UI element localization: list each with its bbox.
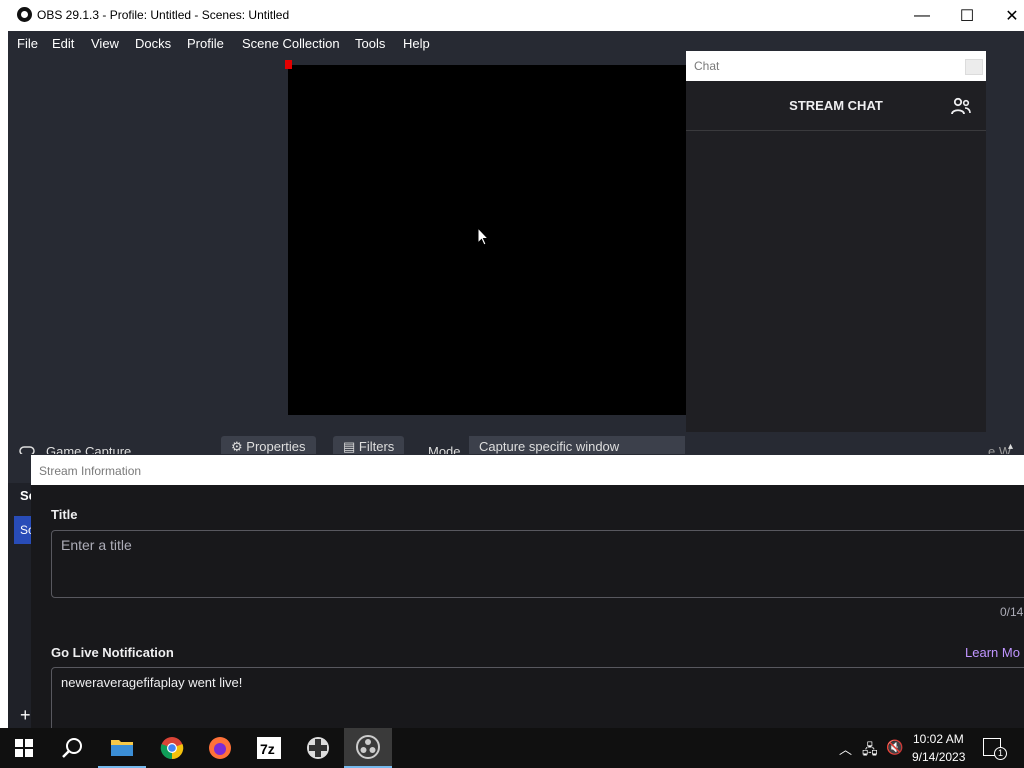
taskbar-chrome[interactable]: [148, 728, 196, 768]
taskbar-firefox[interactable]: [196, 728, 244, 768]
source-transform-handle[interactable]: [285, 60, 292, 69]
firefox-icon: [209, 737, 231, 759]
taskbar-app[interactable]: [294, 728, 342, 768]
title-field-label: Title: [51, 507, 78, 522]
volume-muted-icon[interactable]: 🔇: [886, 739, 903, 756]
taskbar-7zip[interactable]: 7z: [245, 728, 293, 768]
notification-text: neweraveragefifaplay went live!: [61, 675, 243, 690]
go-live-notification-label: Go Live Notification: [51, 645, 174, 660]
obs-icon: [356, 735, 380, 759]
chevron-up-icon[interactable]: ▴: [1008, 441, 1013, 452]
file-explorer-icon: [111, 740, 133, 756]
filter-icon: ▤: [343, 439, 359, 454]
scenes-panel: Sc Sc +: [8, 483, 36, 728]
properties-label: Properties: [246, 439, 306, 454]
gamepad-icon: [19, 446, 35, 454]
clock-date[interactable]: 9/14/2023: [912, 750, 965, 764]
stream-chat-heading: STREAM CHAT: [789, 98, 883, 113]
gear-icon: ⚙: [231, 439, 247, 454]
taskbar-obs[interactable]: [344, 728, 392, 768]
stream-information-titlebar[interactable]: Stream Information: [31, 455, 1024, 485]
learn-more-link[interactable]: Learn Mo: [965, 645, 1020, 660]
taskbar-file-explorer[interactable]: [98, 728, 146, 768]
add-scene-button[interactable]: +: [20, 705, 31, 726]
chat-dock-title: Chat: [694, 59, 720, 73]
search-icon: [62, 738, 82, 758]
notification-count-badge: 1: [994, 747, 1007, 760]
network-icon[interactable]: 🖧: [862, 739, 878, 763]
properties-button[interactable]: ⚙ Properties: [221, 436, 316, 454]
mode-select[interactable]: Capture specific window: [469, 436, 685, 454]
action-center-icon[interactable]: 1: [983, 738, 1007, 760]
window-title: OBS 29.1.3 - Profile: Untitled - Scenes:…: [37, 8, 290, 22]
minimize-button[interactable]: —: [899, 0, 945, 31]
title-bar: OBS 29.1.3 - Profile: Untitled - Scenes:…: [8, 0, 1024, 31]
menu-profile[interactable]: Profile: [187, 36, 224, 51]
menu-edit[interactable]: Edit: [52, 36, 74, 51]
filters-button[interactable]: ▤ Filters: [333, 436, 405, 454]
clock-time[interactable]: 10:02 AM: [913, 732, 964, 746]
chevron-up-icon[interactable]: ︿: [839, 739, 852, 758]
stream-title-input[interactable]: Enter a title: [51, 530, 1024, 598]
maximize-button[interactable]: ☐: [944, 0, 990, 31]
app-icon: [307, 737, 329, 759]
scene-list-item[interactable]: Sc: [14, 516, 34, 544]
source-toolbar: Game Capture ⚙ Properties ▤ Filters Mode…: [8, 432, 1024, 454]
windows-start-icon: [15, 739, 33, 757]
7zip-icon: 7z: [257, 737, 281, 759]
mode-label: Mode: [428, 444, 461, 454]
chrome-icon: [160, 737, 184, 760]
title-character-counter: 0/14: [1000, 605, 1024, 619]
taskbar: 7z ︿ 🖧 🔇 10:02 AM 9/14/2023 1: [0, 728, 1024, 768]
users-icon[interactable]: [951, 97, 971, 115]
menu-view[interactable]: View: [91, 36, 119, 51]
menu-docks[interactable]: Docks: [135, 36, 171, 51]
menu-tools[interactable]: Tools: [355, 36, 385, 51]
chat-header: STREAM CHAT: [686, 81, 986, 131]
chat-dock-close-button[interactable]: [965, 59, 983, 75]
menu-scene-collection[interactable]: Scene Collection: [242, 36, 340, 51]
menu-help[interactable]: Help: [403, 36, 430, 51]
start-button[interactable]: [0, 728, 48, 768]
dialog-title: Stream Information: [39, 464, 142, 478]
source-name: Game Capture: [46, 444, 132, 454]
obs-logo-icon: [17, 7, 32, 22]
svg-text:7z: 7z: [260, 741, 275, 757]
go-live-notification-input[interactable]: neweraveragefifaplay went live!: [51, 667, 1024, 737]
chat-dock-titlebar[interactable]: Chat: [686, 51, 986, 81]
title-placeholder: Enter a title: [61, 537, 132, 553]
close-button[interactable]: ✕: [989, 0, 1024, 31]
mouse-cursor-icon: [477, 227, 489, 246]
taskbar-search-button[interactable]: [48, 728, 96, 768]
menu-file[interactable]: File: [17, 36, 38, 51]
window-border: [0, 0, 8, 728]
filters-label: Filters: [358, 439, 395, 454]
